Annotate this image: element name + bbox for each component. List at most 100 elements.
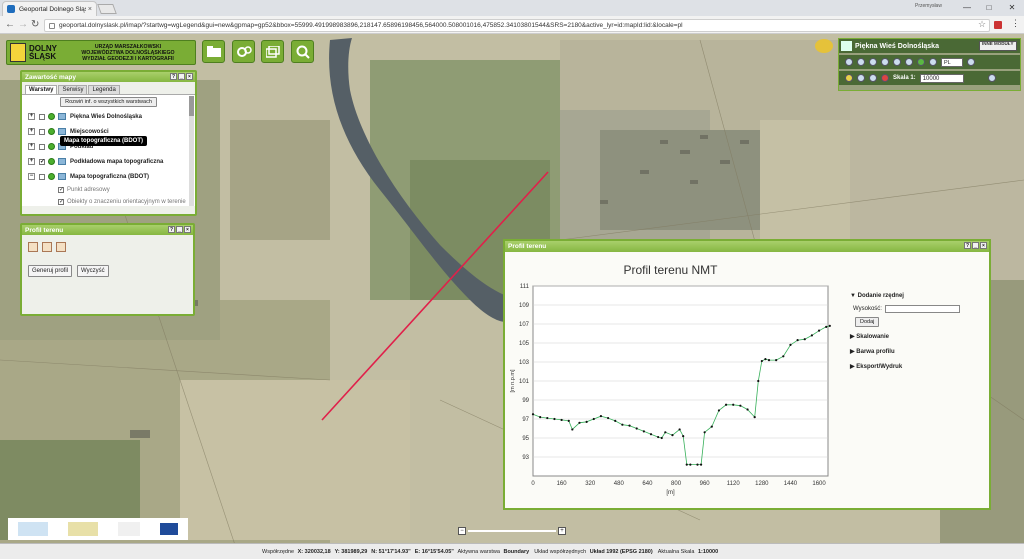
sublayer-row[interactable]: ✓ Punkt adresowy bbox=[25, 184, 192, 196]
profile-point bbox=[546, 416, 549, 420]
help-icon[interactable]: ? bbox=[964, 242, 971, 249]
profile-point bbox=[789, 343, 792, 346]
browser-tab-bar: Geoportal Dolnego Śląsk × Przemysław — □… bbox=[0, 0, 1024, 16]
bookmark-star-icon[interactable]: ☆ bbox=[978, 19, 986, 30]
modules-dropdown[interactable]: INNE MODUŁY bbox=[979, 41, 1017, 51]
browser-menu-icon[interactable]: ⋮ bbox=[1011, 18, 1020, 29]
settings-icon[interactable] bbox=[967, 58, 975, 66]
profile-point bbox=[803, 338, 806, 341]
draw-polyline-icon[interactable] bbox=[41, 242, 52, 252]
erase-icon[interactable] bbox=[55, 242, 66, 252]
help-icon[interactable]: ? bbox=[168, 226, 175, 233]
print-icon[interactable] bbox=[869, 74, 877, 82]
profile-point bbox=[696, 463, 699, 466]
info-icon[interactable] bbox=[917, 58, 925, 66]
zoom-in-button[interactable]: + bbox=[558, 527, 566, 535]
theme-panel: Piękna Wieś Dolnośląska INNE MODUŁY PL S… bbox=[838, 38, 1021, 91]
help-icon[interactable]: ? bbox=[170, 73, 177, 80]
tab-layers[interactable]: Warstwy bbox=[25, 85, 58, 94]
profile-point bbox=[757, 379, 760, 383]
pan-icon[interactable] bbox=[845, 58, 853, 66]
theme-badge-icon[interactable] bbox=[815, 39, 833, 53]
footer-logos bbox=[8, 518, 188, 540]
close-panel-icon[interactable]: × bbox=[186, 73, 193, 80]
minimize-panel-icon[interactable]: _ bbox=[972, 242, 979, 249]
close-window-button[interactable]: ✕ bbox=[1007, 3, 1017, 12]
profile-point bbox=[606, 416, 610, 420]
layers-panel-header[interactable]: Zawartość mapy ? _ × bbox=[22, 72, 195, 82]
partner-logo bbox=[118, 522, 140, 536]
profile-point bbox=[585, 420, 588, 423]
measure-icon[interactable] bbox=[929, 58, 937, 66]
profile-point bbox=[767, 359, 771, 362]
scaling-toggle[interactable]: ▶ Skalowanie bbox=[850, 329, 980, 344]
back-icon[interactable]: ← bbox=[5, 19, 15, 30]
scale-toolbar: Skala 1: 10000 bbox=[839, 71, 1020, 85]
x-tick-label: 480 bbox=[614, 481, 625, 487]
add-button[interactable]: Dodaj bbox=[855, 317, 880, 327]
profile-point bbox=[796, 339, 799, 342]
minimize-panel-icon[interactable]: _ bbox=[178, 73, 185, 80]
export-icon[interactable] bbox=[881, 74, 889, 82]
new-tab-button[interactable] bbox=[97, 4, 117, 14]
previous-view-icon[interactable] bbox=[893, 58, 901, 66]
zoom-slider[interactable]: − + bbox=[458, 527, 566, 535]
layer-row[interactable]: + ✓ Podkładowa mapa topograficzna bbox=[25, 154, 192, 169]
layers-scrollbar[interactable] bbox=[189, 96, 194, 206]
zoom-out-icon[interactable] bbox=[869, 58, 877, 66]
layer-row[interactable]: − Mapa topograficzna (BDOT) bbox=[25, 169, 192, 184]
sublayer-row[interactable]: ✓ Obiekty o znaczeniu orientacyjnym w ter… bbox=[25, 196, 192, 208]
minimize-panel-icon[interactable]: _ bbox=[176, 226, 183, 233]
profile-point bbox=[764, 358, 767, 361]
profile-name[interactable]: Przemysław bbox=[915, 3, 942, 9]
open-folder-button[interactable] bbox=[202, 40, 225, 63]
url-field[interactable]: geoportal.dolnyslask.pl/imap/?startwg=wg… bbox=[44, 19, 990, 32]
profile-tool-header[interactable]: Profil terenu ? _ × bbox=[22, 225, 193, 235]
forward-icon[interactable]: → bbox=[18, 19, 28, 30]
x-tick-label: 320 bbox=[585, 481, 596, 487]
generate-profile-button[interactable]: Generuj profil bbox=[28, 265, 73, 277]
zoom-in-icon[interactable] bbox=[857, 58, 865, 66]
zoom-out-button[interactable]: − bbox=[458, 527, 466, 535]
next-view-icon[interactable] bbox=[905, 58, 913, 66]
visible-icon bbox=[48, 143, 55, 150]
maximize-button[interactable]: □ bbox=[984, 3, 994, 12]
export-toggle[interactable]: ▶ Eksport/Wydruk bbox=[850, 359, 980, 374]
edit-icon[interactable] bbox=[857, 74, 865, 82]
check-icon[interactable] bbox=[845, 74, 853, 82]
language-select[interactable]: PL bbox=[941, 57, 963, 67]
zoom-extent-icon[interactable] bbox=[881, 58, 889, 66]
height-label: Wysokość: bbox=[853, 306, 882, 312]
profile-point bbox=[664, 431, 667, 434]
scale-input[interactable]: 10000 bbox=[919, 73, 964, 83]
layer-row[interactable]: + Piękna Wieś Dolnośląska bbox=[25, 109, 192, 124]
search-button[interactable] bbox=[291, 40, 314, 63]
clear-button[interactable]: Wyczyść bbox=[77, 265, 109, 277]
x-tick-label: 1280 bbox=[755, 481, 769, 487]
windows-button[interactable] bbox=[261, 40, 284, 63]
tools-gear-button[interactable] bbox=[232, 40, 255, 63]
page-info-icon[interactable] bbox=[49, 22, 55, 29]
close-panel-icon[interactable]: × bbox=[184, 226, 191, 233]
tab-close-icon[interactable]: × bbox=[88, 6, 92, 13]
terrain-profile-header[interactable]: Profil terenu ? _ × bbox=[505, 241, 989, 252]
profile-point bbox=[746, 408, 749, 411]
wrench-icon[interactable] bbox=[987, 74, 996, 82]
eu-flag-logo bbox=[160, 523, 178, 535]
y-tick-label: 97 bbox=[522, 417, 529, 423]
close-panel-icon[interactable]: × bbox=[980, 242, 987, 249]
profile-point bbox=[699, 463, 703, 466]
profile-color-toggle[interactable]: ▶ Barwa profilu bbox=[850, 344, 980, 359]
add-ordinate-toggle[interactable]: ▼ Dodanie rzędnej bbox=[850, 288, 980, 303]
draw-line-icon[interactable] bbox=[28, 242, 38, 252]
expand-all-button[interactable]: Rozwiń inf. o wszystkich warstwach bbox=[60, 97, 157, 107]
browser-tab[interactable]: Geoportal Dolnego Śląsk × bbox=[2, 1, 97, 16]
profile-point bbox=[739, 404, 742, 407]
extension-icon[interactable] bbox=[994, 21, 1002, 29]
height-input[interactable] bbox=[884, 305, 960, 313]
reload-icon[interactable]: ↻ bbox=[31, 19, 39, 30]
tab-services[interactable]: Serwisy bbox=[58, 85, 88, 94]
tab-legend[interactable]: Legenda bbox=[88, 85, 120, 94]
profile-point bbox=[660, 436, 663, 440]
minimize-button[interactable]: — bbox=[962, 3, 972, 12]
